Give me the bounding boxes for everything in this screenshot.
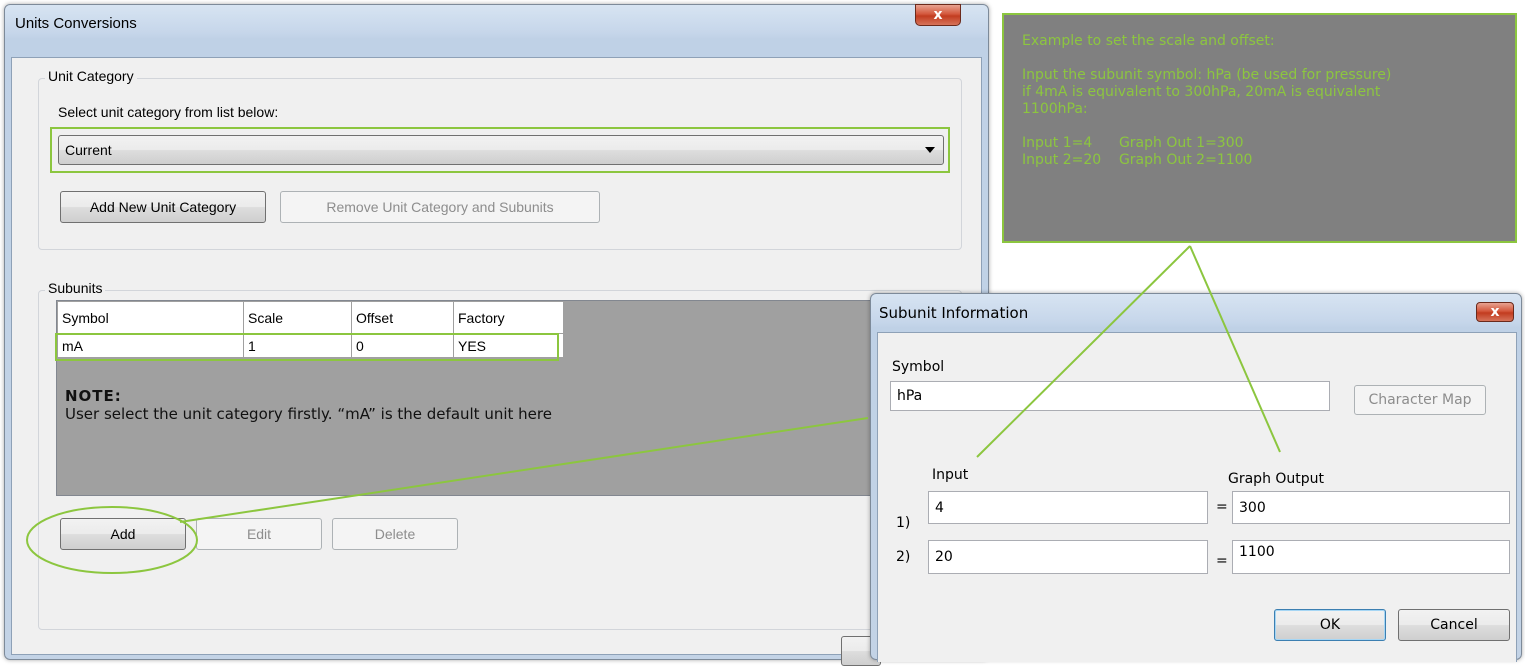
add-subunit-button[interactable]: Add [60, 518, 186, 550]
window-title: Units Conversions [15, 15, 137, 32]
row-2-equals: = [1216, 553, 1228, 569]
delete-subunit-button[interactable]: Delete [332, 518, 458, 550]
close-icon: x [933, 7, 943, 23]
output-1-field[interactable]: 300 [1232, 491, 1510, 524]
dropdown-highlight [50, 127, 950, 173]
unit-category-instruction: Select unit category from list below: [58, 104, 279, 120]
column-header-symbol[interactable]: Symbol [57, 301, 244, 334]
dialog-close-button[interactable]: x [1476, 302, 1514, 322]
subunits-table-area[interactable]: Symbol Scale Offset Factory mA 1 0 YES N… [55, 300, 886, 496]
table-header-row: Symbol Scale Offset Factory [57, 301, 564, 334]
graph-output-header: Graph Output [1228, 471, 1325, 487]
window-client-area: Unit Category Select unit category from … [11, 57, 982, 666]
ok-button[interactable]: OK [1274, 609, 1386, 641]
note-title: NOTE: [65, 387, 122, 405]
note-block: NOTE: User select the unit category firs… [65, 387, 552, 423]
add-new-unit-category-button[interactable]: Add New Unit Category [60, 191, 266, 223]
symbol-input[interactable]: hPa [890, 381, 1330, 411]
output-2-field[interactable]: 1100 [1232, 540, 1510, 574]
column-header-factory[interactable]: Factory [453, 301, 564, 334]
input-1-field[interactable]: 4 [928, 491, 1208, 524]
row-1-index: 1) [896, 515, 911, 531]
input-header: Input [932, 467, 969, 483]
close-icon: x [1490, 304, 1500, 320]
subunits-group-label: Subunits [45, 280, 106, 296]
close-button[interactable]: x [915, 4, 961, 26]
remove-unit-category-button[interactable]: Remove Unit Category and Subunits [280, 191, 600, 223]
row-2-index: 2) [896, 549, 911, 565]
input-2-field[interactable]: 20 [928, 540, 1208, 574]
dialog-client-area: Symbol hPa Character Map Input Graph Out… [877, 332, 1517, 662]
input-1-value: 4 [935, 499, 944, 516]
note-text: User select the unit category firstly. “… [65, 405, 552, 423]
column-header-scale[interactable]: Scale [243, 301, 352, 334]
column-header-offset[interactable]: Offset [351, 301, 454, 334]
cancel-button[interactable]: Cancel [1398, 609, 1510, 641]
symbol-value: hPa [897, 388, 923, 404]
character-map-button[interactable]: Character Map [1354, 385, 1486, 415]
output-2-value: 1100 [1239, 544, 1275, 560]
unit-category-group-label: Unit Category [45, 68, 137, 84]
symbol-label: Symbol [892, 359, 945, 375]
input-2-value: 20 [935, 549, 953, 565]
units-conversions-window: Units Conversions x Unit Category Select… [4, 4, 989, 666]
subunit-information-dialog: Subunit Information x Symbol hPa Charact… [870, 293, 1522, 662]
default-row-highlight [55, 333, 559, 361]
edit-subunit-button[interactable]: Edit [196, 518, 322, 550]
output-1-value: 300 [1239, 499, 1266, 516]
dialog-title: Subunit Information [879, 304, 1029, 322]
example-callout: Example to set the scale and offset: Inp… [1002, 13, 1517, 243]
row-1-equals: = [1216, 499, 1228, 515]
